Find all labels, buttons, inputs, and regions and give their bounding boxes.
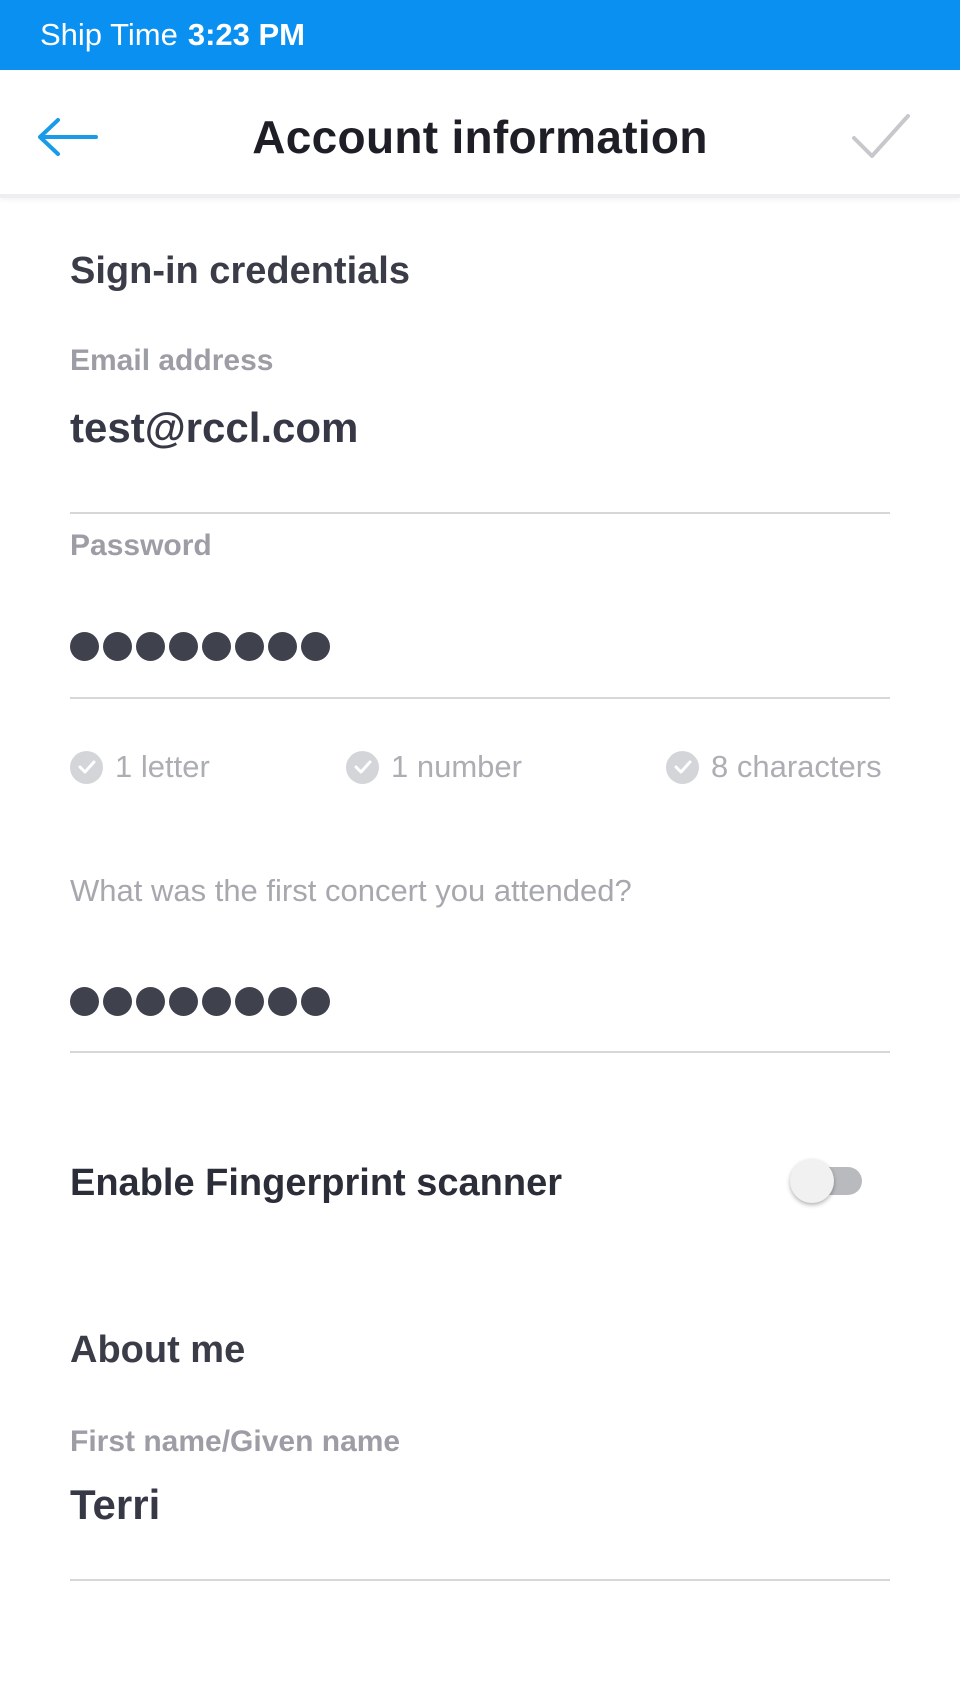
masked-character-dot — [136, 632, 165, 661]
password-label: Password — [70, 529, 212, 562]
requirement-label: 8 characters — [711, 749, 882, 784]
masked-character-dot — [169, 987, 198, 1016]
masked-character-dot — [202, 632, 231, 661]
first-name-underline — [70, 1579, 890, 1581]
password-field[interactable] — [70, 632, 330, 661]
requirement-label: 1 number — [391, 749, 522, 784]
check-circle-icon — [666, 750, 699, 784]
fingerprint-label: Enable Fingerprint scanner — [70, 1162, 562, 1204]
requirement-letter: 1 letter — [70, 749, 210, 785]
masked-character-dot — [202, 987, 231, 1016]
masked-character-dot — [136, 987, 165, 1016]
security-answer-field[interactable] — [70, 987, 330, 1016]
section-title-about-me: About me — [70, 1329, 246, 1371]
masked-character-dot — [103, 987, 132, 1016]
header: Account information — [0, 70, 960, 198]
masked-character-dot — [268, 632, 297, 661]
requirement-characters: 8 characters — [666, 749, 882, 785]
password-underline — [70, 697, 890, 699]
masked-character-dot — [301, 987, 330, 1016]
masked-character-dot — [169, 632, 198, 661]
masked-character-dot — [70, 632, 99, 661]
masked-character-dot — [103, 632, 132, 661]
masked-character-dot — [268, 987, 297, 1016]
check-circle-icon — [70, 750, 103, 784]
email-label: Email address — [70, 344, 274, 377]
security-question-label: What was the first concert you attended? — [70, 873, 632, 908]
status-bar-label: Ship Time — [40, 17, 178, 52]
page-title: Account information — [252, 111, 708, 163]
security-answer-underline — [70, 1051, 890, 1053]
section-title-sign-in: Sign-in credentials — [70, 250, 410, 292]
masked-character-dot — [235, 987, 264, 1016]
fingerprint-toggle[interactable] — [790, 1159, 864, 1203]
check-icon — [852, 114, 910, 158]
requirement-label: 1 letter — [115, 749, 210, 784]
first-name-label: First name/Given name — [70, 1425, 401, 1458]
status-bar-time: 3:23 PM — [187, 17, 306, 52]
masked-character-dot — [70, 987, 99, 1016]
masked-character-dot — [301, 632, 330, 661]
toggle-knob — [790, 1159, 834, 1203]
check-circle-icon — [346, 750, 379, 784]
email-underline — [70, 512, 890, 514]
status-bar: Ship Time 3:23 PM — [0, 0, 960, 70]
masked-character-dot — [235, 632, 264, 661]
first-name-field[interactable]: Terri — [70, 1481, 160, 1529]
confirm-button[interactable] — [846, 106, 916, 166]
requirement-number: 1 number — [346, 749, 522, 785]
email-field[interactable]: test@rccl.com — [70, 404, 358, 452]
